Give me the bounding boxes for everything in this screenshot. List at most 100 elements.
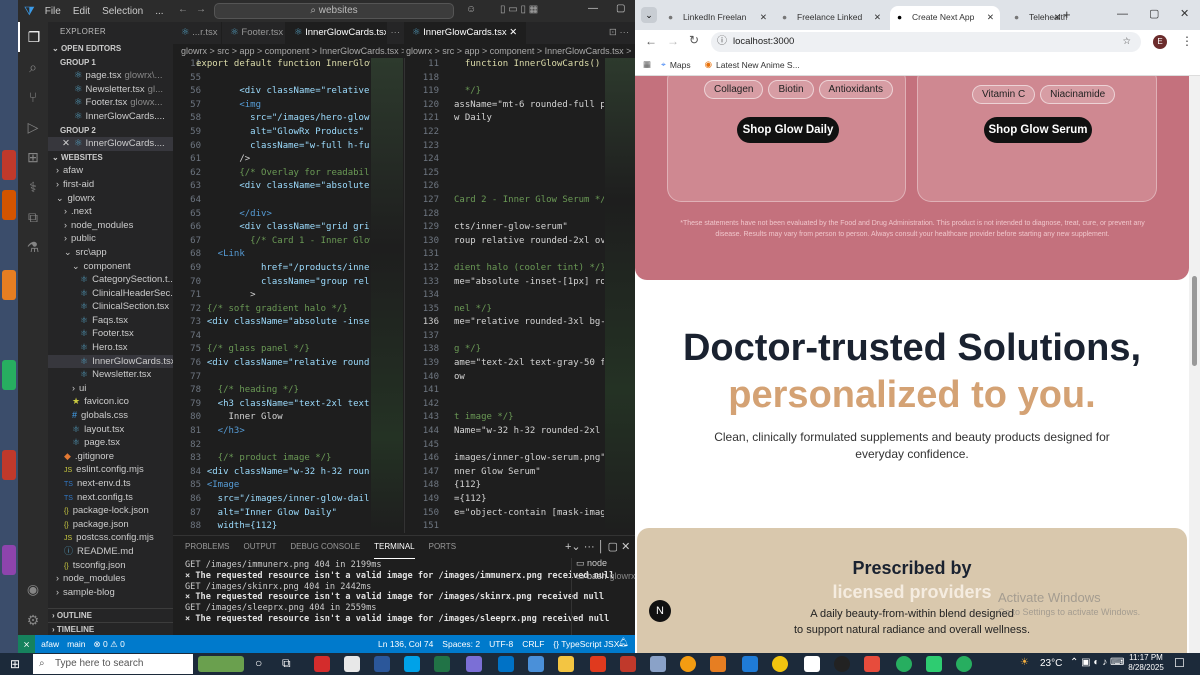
status-item[interactable]: CRLF [522,639,544,649]
editor-tab[interactable]: ⚛ Footer.tsx [222,22,286,44]
copilot-icon[interactable]: ☺ [466,4,476,15]
remote-indicator-icon[interactable]: ⨯ [18,635,36,653]
menu-item[interactable]: File [45,6,61,17]
maximize-icon[interactable]: ▢ [1149,7,1159,20]
left-code-editor[interactable]: 11 55 56 57 58 59 60 61 62 63 64 65 66 67 68 69 70 71 72 73… [173,58,370,533]
tree-item[interactable]: › sample-blog [48,586,173,600]
status-item[interactable]: {} TypeScript JSX [553,639,619,649]
editor-more-icon[interactable]: ··· [391,22,401,44]
tree-item[interactable]: ⚛ layout.tsx [48,423,173,437]
brave-icon[interactable] [710,656,726,672]
outlook-icon[interactable] [498,656,514,672]
panel-tab[interactable]: DEBUG CONSOLE [290,536,360,558]
github-icon[interactable] [834,656,850,672]
tree-item[interactable]: ⚛ ClinicalHeaderSec... [48,287,173,301]
scrollbar-thumb[interactable] [1192,276,1197,366]
opera-gx-icon[interactable] [590,656,606,672]
file-explorer-icon[interactable] [558,656,574,672]
action-center-icon[interactable]: ☐ [1174,656,1185,670]
weather-temp[interactable]: 23°C [1040,658,1062,669]
tree-item[interactable]: ★ favicon.ico [48,395,173,409]
word-icon[interactable] [374,656,390,672]
bookmark-anime[interactable]: Latest New Anime S... [716,60,800,70]
tree-item[interactable]: {} tsconfig.json [48,559,173,573]
windows-start-icon[interactable]: ⊞ [10,657,20,671]
desktop-icon[interactable] [2,450,16,480]
minimize-icon[interactable]: — [588,3,598,14]
status-item[interactable]: main [67,639,85,649]
tree-item[interactable]: ⌄ src\app [48,246,173,260]
tree-item[interactable]: › node_modules [48,219,173,233]
tree-item[interactable]: JS postcss.config.mjs [48,531,173,545]
close-icon[interactable]: ✕ [62,138,70,149]
editor-actions-icon[interactable]: ⊡ ··· [609,22,635,44]
python-icon[interactable]: ⚕ [18,172,48,202]
tree-item[interactable]: ⌄ glowrx [48,192,173,206]
tree-item[interactable]: ⌄ component [48,260,173,274]
nav-back-icon[interactable]: ← [178,4,188,15]
chrome-profile-icon[interactable] [896,656,912,672]
desktop-icon[interactable] [2,150,16,180]
minimize-icon[interactable]: — [1117,8,1128,20]
status-item[interactable]: Spaces: 2 [442,639,480,649]
chrome-active-icon[interactable] [956,656,972,672]
source-control-icon[interactable]: ⑂ [18,82,48,112]
address-bar[interactable]: ⓘ localhost:3000 ☆ [711,32,1141,52]
clock[interactable]: 11:17 PM 8/28/2025 [1124,653,1168,673]
tree-item[interactable]: ⚛ CategorySection.t... [48,273,173,287]
status-item[interactable]: UTF-8 [489,639,513,649]
chrome-icon[interactable] [772,656,788,672]
tree-item[interactable]: ⚛ ClinicalSection.tsx [48,300,173,314]
panel-tab[interactable]: OUTPUT [243,536,276,558]
group2-header[interactable]: GROUP 2 [48,124,173,138]
tree-item[interactable]: JS eslint.config.mjs [48,463,173,477]
remote-explorer-icon[interactable]: ⧉ [18,202,48,232]
outline-header[interactable]: › OUTLINE [48,608,173,622]
extensions-icon[interactable]: ⊞ [18,142,48,172]
tree-item[interactable]: › ui [48,382,173,396]
open-editor-item[interactable]: ⚛ page.tsx glowrx\... [48,69,173,83]
websites-header[interactable]: ⌄ WEBSITES [48,151,173,165]
nextjs-dev-badge[interactable]: N [649,600,671,622]
close-tab-icon[interactable]: ✕ [874,6,881,28]
app-icon[interactable] [926,656,942,672]
skype-icon[interactable] [404,656,420,672]
close-tab-icon[interactable]: ✕ [760,6,767,28]
group1-header[interactable]: GROUP 1 [48,56,173,70]
tree-item[interactable]: › node_modules [48,572,173,586]
tree-item[interactable]: TS next.config.ts [48,491,173,505]
tree-item[interactable]: ⚛ Newsletter.tsx [48,368,173,382]
page-scrollbar[interactable] [1189,76,1200,653]
open-editor-item[interactable]: ⚛ InnerGlowCards.... [48,110,173,124]
excel-icon[interactable] [434,656,450,672]
nav-forward-icon[interactable]: → [196,4,206,15]
bookmark-star-icon[interactable]: ☆ [1122,32,1131,52]
open-editor-item[interactable]: ⚛ Newsletter.tsx gl... [48,83,173,97]
status-item[interactable]: afaw [41,639,59,649]
shop-glow-daily-button[interactable]: Shop Glow Daily [737,117,839,143]
wps-icon[interactable] [864,656,880,672]
browser-tab[interactable]: ● LinkedIn Freelan ✕ [661,6,773,30]
tab-search-icon[interactable]: ⌄ [641,7,657,23]
manage-gear-icon[interactable]: ⚙ [18,605,48,635]
browser-tab[interactable]: ● Create Next App ✕ [890,6,1000,30]
command-center[interactable]: ⌕ websites [214,3,454,19]
status-item[interactable]: ⊗ 0 ⚠ 0 [94,639,125,650]
cortana-icon[interactable]: ○ [255,656,262,670]
desktop-icon[interactable] [2,270,16,300]
new-tab-button[interactable]: + [1063,7,1071,22]
status-item[interactable]: Ln 136, Col 74 [378,639,433,649]
terminal-output[interactable]: GET /images/immunerx.png 404 in 2199ms ⨯ … [185,560,614,625]
bookmark-maps[interactable]: Maps [670,60,691,70]
apps-grid-icon[interactable]: ▦ [643,59,651,70]
taskbar-search[interactable]: ⌕ Type here to search [33,654,193,674]
open-editor-item[interactable]: ✕ ⚛ InnerGlowCards.... [48,137,173,151]
editor-tab[interactable]: ⚛ InnerGlowCards.tsx [285,22,387,44]
menu-item[interactable]: Selection [102,6,143,17]
testing-icon[interactable]: ⚗ [18,232,48,262]
profile-avatar[interactable]: E [1153,35,1167,49]
browser-tab[interactable]: ● Freelance Linked ✕ [775,6,887,30]
desktop-icon[interactable] [2,190,16,220]
close-tab-icon[interactable]: ✕ [507,27,517,38]
glow-daily-card[interactable]: Collagen Biotin Antioxidants Shop Glow Dai… [667,76,906,202]
